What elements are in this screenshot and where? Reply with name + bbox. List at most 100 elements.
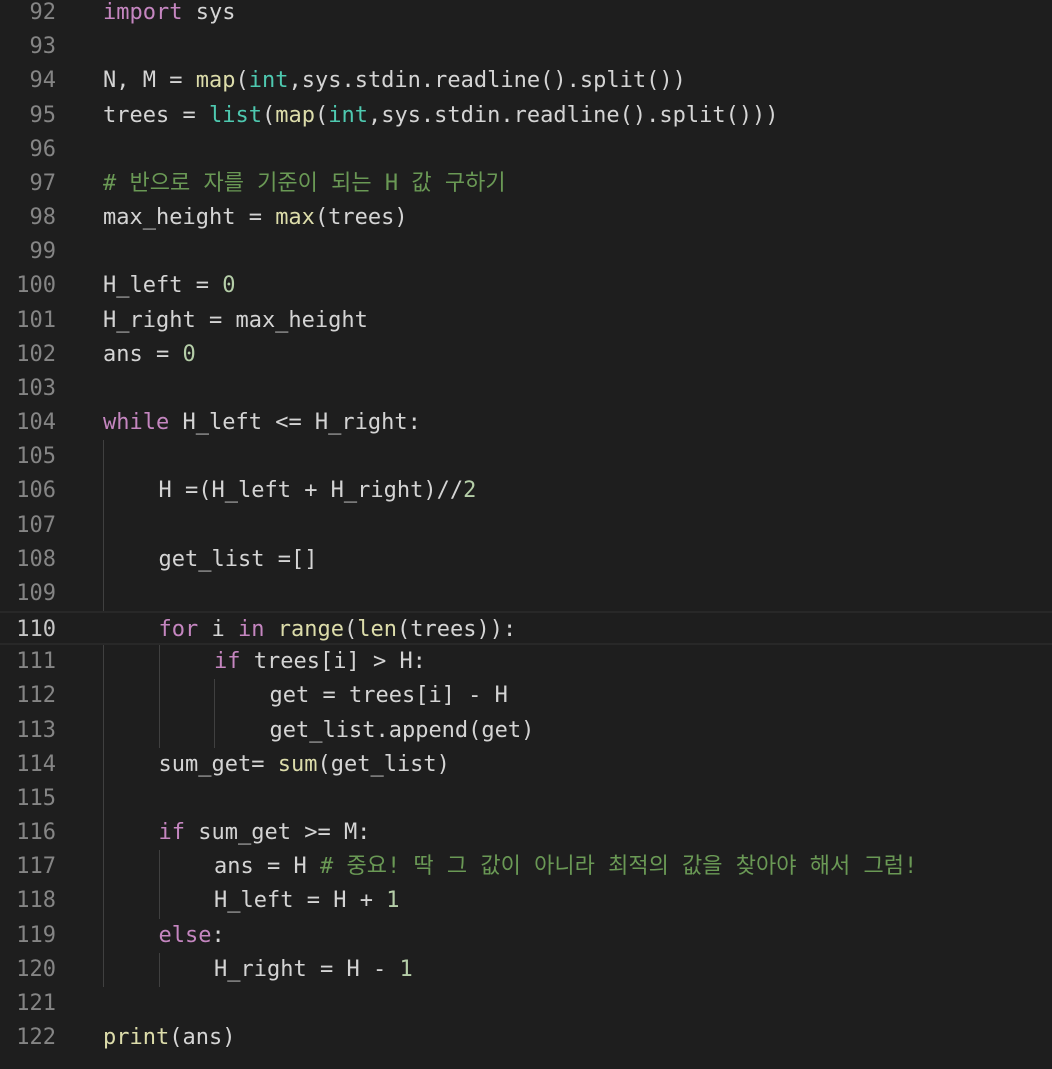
line-number: 99 bbox=[29, 239, 57, 265]
code-token: range bbox=[277, 617, 344, 643]
code-text: trees = list(map(int,sys.stdin.readline(… bbox=[103, 99, 779, 133]
code-token: ans = H bbox=[214, 854, 320, 880]
code-line[interactable]: 107 bbox=[0, 509, 1052, 543]
code-token: sys bbox=[182, 0, 236, 25]
code-token: H_right = H - bbox=[214, 956, 400, 982]
code-editor[interactable]: 92 import sys 93 94 N, M = map(int,sys.stdin… bbox=[0, 0, 1052, 1069]
code-token: 1 bbox=[386, 888, 400, 914]
code-line[interactable]: 114 sum_get= sum(get_list) bbox=[0, 748, 1052, 782]
code-token: print bbox=[103, 1025, 170, 1051]
code-token: while bbox=[103, 410, 170, 436]
line-number: 93 bbox=[29, 34, 57, 60]
code-token: (ans) bbox=[169, 1025, 236, 1051]
code-line[interactable]: 120 H_right = H - 1 bbox=[0, 953, 1052, 987]
code-token: (get_list) bbox=[317, 751, 450, 777]
line-number: 119 bbox=[16, 922, 56, 948]
code-line[interactable]: 99 bbox=[0, 235, 1052, 269]
code-token: ( bbox=[235, 68, 249, 94]
code-token: map bbox=[195, 68, 236, 94]
code-line[interactable]: 122 print(ans) bbox=[0, 1021, 1052, 1055]
code-line[interactable]: 93 bbox=[0, 30, 1052, 64]
code-text: if trees[i] > H: bbox=[214, 645, 426, 679]
code-line[interactable]: 97 # 반으로 자를 기준이 되는 H 값 구하기 bbox=[0, 167, 1052, 201]
code-line[interactable]: 104 while H_left <= H_right: bbox=[0, 406, 1052, 440]
code-line[interactable]: 92 import sys bbox=[0, 0, 1052, 30]
code-token: len bbox=[357, 617, 397, 643]
code-text: get = trees[i] - H bbox=[270, 679, 508, 713]
code-token: ,sys.stdin.readline().split())) bbox=[367, 102, 779, 128]
code-line[interactable]: 112 get = trees[i] - H bbox=[0, 679, 1052, 713]
line-number: 103 bbox=[16, 375, 56, 401]
code-line[interactable]: 106 H =(H_left + H_right)//2 bbox=[0, 474, 1052, 508]
code-text: import sys bbox=[103, 0, 235, 30]
code-token: N, M = bbox=[103, 68, 196, 94]
line-number: 114 bbox=[16, 751, 56, 777]
code-text: get_list.append(get) bbox=[270, 714, 535, 748]
code-line[interactable]: 105 bbox=[0, 440, 1052, 474]
code-line[interactable]: 94 N, M = map(int,sys.stdin.readline().sp… bbox=[0, 64, 1052, 98]
code-line[interactable]: 117 ans = H # 중요! 딱 그 값이 아니라 최적의 값을 찾아야 해… bbox=[0, 850, 1052, 884]
line-number: 96 bbox=[29, 136, 57, 162]
code-line[interactable]: 119 else: bbox=[0, 919, 1052, 953]
code-token: ( bbox=[314, 102, 329, 128]
code-line[interactable]: 102 ans = 0 bbox=[0, 338, 1052, 372]
code-token: if bbox=[158, 820, 186, 846]
line-number: 110 bbox=[16, 617, 56, 643]
code-line[interactable]: 95 trees = list(map(int,sys.stdin.readlin… bbox=[0, 99, 1052, 133]
code-token: H_right = max_height bbox=[103, 307, 368, 333]
code-text: get_list =[] bbox=[159, 543, 318, 577]
code-token: for bbox=[158, 617, 199, 643]
code-token: : bbox=[211, 922, 225, 948]
code-token: # 반으로 자를 기준이 되는 H 값 구하기 bbox=[103, 170, 506, 196]
code-token: trees[i] > H: bbox=[240, 649, 426, 675]
line-number: 109 bbox=[16, 580, 56, 606]
code-text: for i in range(len(trees)): bbox=[159, 613, 517, 647]
line-number: 92 bbox=[29, 0, 57, 25]
line-number: 108 bbox=[16, 546, 56, 572]
code-text: H =(H_left + H_right)//2 bbox=[159, 474, 477, 508]
line-number: 95 bbox=[29, 102, 57, 128]
code-text: else: bbox=[159, 919, 225, 953]
code-text: ans = 0 bbox=[103, 338, 196, 372]
code-line[interactable]: 118 H_left = H + 1 bbox=[0, 884, 1052, 918]
code-token: if bbox=[214, 649, 241, 675]
code-line[interactable]: 100 H_left = 0 bbox=[0, 269, 1052, 303]
code-line[interactable]: 96 bbox=[0, 133, 1052, 167]
code-line[interactable]: 110 for i in range(len(trees)): bbox=[0, 611, 1052, 647]
line-number: 105 bbox=[16, 444, 56, 470]
code-token: H =(H_left + H_right)// bbox=[158, 478, 464, 504]
code-line[interactable]: 116 if sum_get >= M: bbox=[0, 816, 1052, 850]
code-line[interactable]: 111 if trees[i] > H: bbox=[0, 645, 1052, 679]
code-line[interactable]: 121 bbox=[0, 987, 1052, 1021]
code-token: int bbox=[248, 68, 289, 94]
code-line[interactable]: 98 max_height = max(trees) bbox=[0, 201, 1052, 235]
code-line[interactable]: 109 bbox=[0, 577, 1052, 611]
code-token: max bbox=[275, 205, 315, 231]
line-number: 113 bbox=[16, 717, 56, 743]
code-line[interactable]: 113 get_list.append(get) bbox=[0, 714, 1052, 748]
line-number: 102 bbox=[16, 341, 56, 367]
line-number: 112 bbox=[16, 683, 56, 709]
code-line[interactable]: 101 H_right = max_height bbox=[0, 304, 1052, 338]
code-token: sum_get >= M: bbox=[185, 820, 371, 846]
code-token: ( bbox=[343, 617, 358, 643]
line-number: 116 bbox=[16, 820, 56, 846]
code-token: get_list =[] bbox=[158, 546, 318, 572]
line-number: 100 bbox=[16, 273, 56, 299]
code-token: ( bbox=[261, 102, 276, 128]
code-token: int bbox=[328, 102, 368, 128]
code-line[interactable]: 115 bbox=[0, 782, 1052, 816]
code-text: ans = H # 중요! 딱 그 값이 아니라 최적의 값을 찾아야 해서 그… bbox=[214, 850, 917, 884]
code-token: list bbox=[208, 102, 262, 128]
line-number: 121 bbox=[16, 990, 56, 1016]
line-number: 98 bbox=[29, 205, 57, 231]
code-line[interactable]: 103 bbox=[0, 372, 1052, 406]
code-token: get = trees[i] - H bbox=[269, 683, 508, 709]
code-text: H_left = H + 1 bbox=[214, 884, 399, 918]
code-token: else bbox=[158, 922, 212, 948]
line-number: 104 bbox=[16, 410, 56, 436]
code-token: 0 bbox=[222, 273, 236, 299]
code-token: H_left <= H_right: bbox=[169, 410, 421, 436]
code-line[interactable]: 108 get_list =[] bbox=[0, 543, 1052, 577]
